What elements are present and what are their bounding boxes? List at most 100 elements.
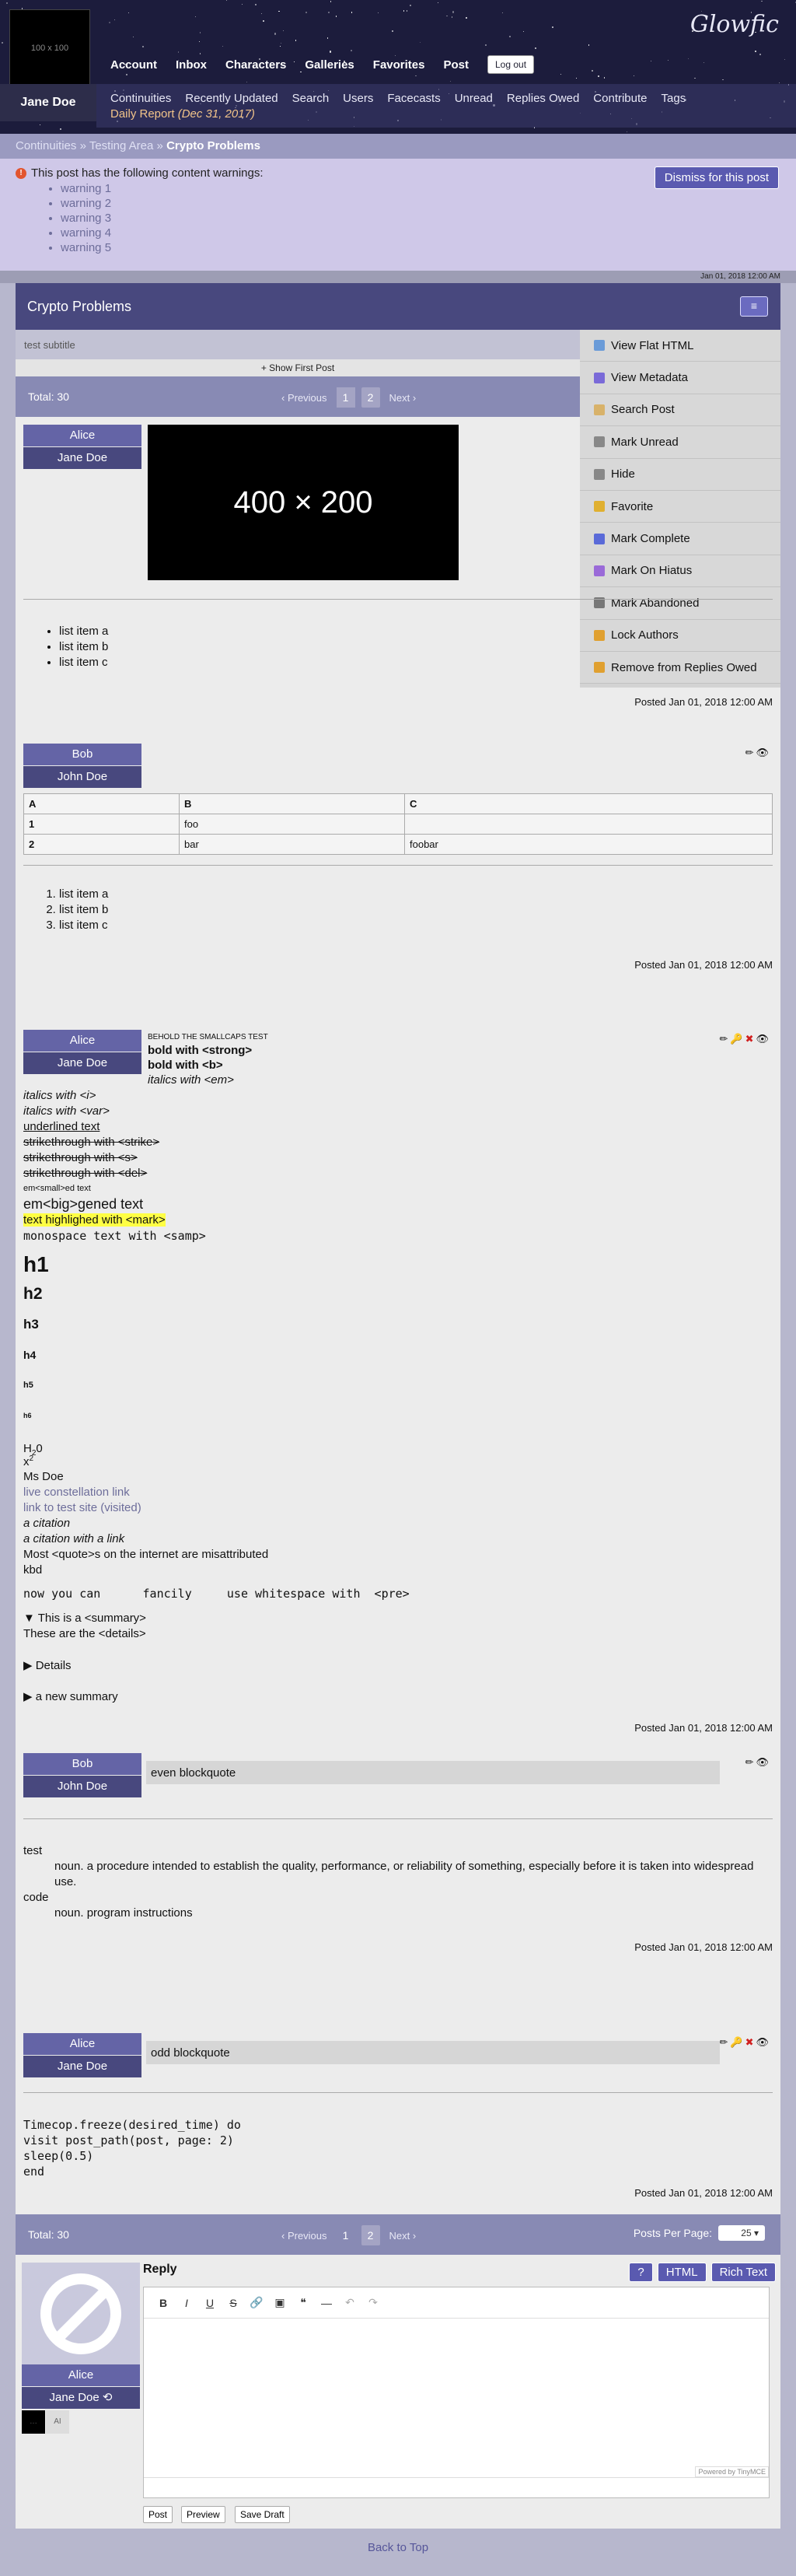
- subnav-replies-owed[interactable]: Replies Owed: [507, 92, 579, 105]
- edit-icon[interactable]: ✏: [719, 1033, 730, 1045]
- new-summary-toggle[interactable]: ▶ a new summary: [23, 1689, 118, 1703]
- summary-toggle[interactable]: ▼ This is a <summary>: [23, 1612, 146, 1625]
- nav-inbox[interactable]: Inbox: [176, 58, 207, 72]
- menu-item-favorite[interactable]: Favorite: [580, 490, 780, 523]
- character-name[interactable]: Bob: [23, 1753, 141, 1775]
- underline-icon[interactable]: U: [198, 2297, 222, 2309]
- rescue-icon[interactable]: 🔑: [730, 1033, 745, 1045]
- menu-item-mark-abandoned[interactable]: Mark Abandoned: [580, 587, 780, 620]
- link-icon[interactable]: 🔗: [245, 2296, 268, 2309]
- subnav-continuities[interactable]: Continuities: [110, 92, 171, 105]
- menu-item-mark-unread[interactable]: Mark Unread: [580, 426, 780, 459]
- horizontal-rule-icon[interactable]: —: [315, 2297, 338, 2309]
- menu-item-remove-from-replies-owed[interactable]: Remove from Replies Owed: [580, 651, 780, 684]
- character-name[interactable]: Alice: [23, 2033, 141, 2055]
- next-page-link[interactable]: Next ›: [389, 392, 417, 404]
- subnav-unread[interactable]: Unread: [455, 92, 493, 105]
- quote-icon[interactable]: ❝: [292, 2296, 315, 2309]
- post-author[interactable]: Jane Doe: [23, 1052, 141, 1074]
- subnav-facecasts[interactable]: Facecasts: [387, 92, 440, 105]
- delete-icon[interactable]: ✖: [745, 1033, 756, 1045]
- bold-icon[interactable]: B: [152, 2297, 175, 2309]
- italic-icon[interactable]: I: [175, 2297, 198, 2309]
- subnav-users[interactable]: Users: [343, 92, 373, 105]
- menu-item-mark-complete[interactable]: Mark Complete: [580, 523, 780, 555]
- dismiss-warnings-button[interactable]: Dismiss for this post: [654, 166, 779, 189]
- menu-item-view-metadata[interactable]: View Metadata: [580, 362, 780, 394]
- subnav-contribute[interactable]: Contribute: [593, 92, 647, 105]
- page-link-1[interactable]: 1: [337, 2225, 355, 2245]
- next-page-link[interactable]: Next ›: [389, 2230, 417, 2242]
- breadcrumb-area[interactable]: Testing Area: [89, 139, 154, 152]
- delete-icon[interactable]: ✖: [745, 2036, 756, 2048]
- menu-item-mark-on-hiatus[interactable]: Mark On Hiatus: [580, 555, 780, 588]
- rescue-icon[interactable]: 🔑: [730, 2036, 745, 2048]
- username-label[interactable]: Jane Doe: [0, 84, 96, 121]
- view-icon[interactable]: 👁: [756, 1033, 771, 1045]
- undo-icon[interactable]: ↶: [338, 2296, 361, 2309]
- menu-item-view-flat-html[interactable]: View Flat HTML: [580, 330, 780, 362]
- ai-swatch[interactable]: AI: [46, 2410, 69, 2434]
- menu-item-search-post[interactable]: Search Post: [580, 394, 780, 427]
- site-logo[interactable]: Glowfic: [690, 11, 779, 38]
- subnav-recently-updated[interactable]: Recently Updated: [185, 92, 278, 105]
- post-author[interactable]: John Doe: [23, 1776, 141, 1797]
- logout-button[interactable]: Log out: [487, 55, 535, 74]
- subnav-tags[interactable]: Tags: [662, 92, 686, 105]
- breadcrumb-continuities[interactable]: Continuities: [16, 139, 76, 152]
- post-button[interactable]: Post: [143, 2506, 173, 2523]
- test-site-link[interactable]: link to test site (visited): [23, 1501, 141, 1514]
- rich-text-button[interactable]: Rich Text: [710, 2263, 776, 2282]
- switch-icon[interactable]: ⟲: [103, 2391, 113, 2404]
- nav-post[interactable]: Post: [443, 58, 469, 72]
- warning-item[interactable]: warning 2: [61, 196, 780, 211]
- nav-favorites[interactable]: Favorites: [373, 58, 425, 72]
- subnav-search[interactable]: Search: [292, 92, 330, 105]
- html-mode-button[interactable]: HTML: [657, 2263, 707, 2282]
- rich-text-editor[interactable]: B I U S 🔗 ▣ ❝ — ↶ ↷ Powered by TinyMCE: [143, 2287, 770, 2498]
- reply-form: Alice Jane Doe ⟲ … AI Reply ? HTML Rich …: [16, 2255, 780, 2529]
- post-author[interactable]: Jane Doe: [23, 447, 141, 469]
- reply-username[interactable]: Jane Doe ⟲: [22, 2387, 140, 2409]
- constellation-link[interactable]: live constellation link: [23, 1486, 130, 1499]
- show-first-post-link[interactable]: + Show First Post: [16, 359, 580, 376]
- help-button[interactable]: ?: [629, 2263, 653, 2282]
- per-page-select[interactable]: 25 ▾: [718, 2225, 765, 2241]
- post-author[interactable]: Jane Doe: [23, 2056, 141, 2077]
- citation-link[interactable]: a citation with a link: [23, 1532, 124, 1545]
- warning-item[interactable]: warning 4: [61, 226, 780, 240]
- view-icon[interactable]: 👁: [756, 747, 771, 758]
- back-to-top-link[interactable]: Back to Top: [0, 2529, 796, 2576]
- edit-icon[interactable]: ✏: [745, 1756, 756, 1768]
- post-author[interactable]: John Doe: [23, 766, 141, 788]
- previous-page-link[interactable]: ‹ Previous: [281, 392, 327, 404]
- character-name[interactable]: Alice: [23, 1030, 141, 1052]
- previous-page-link[interactable]: ‹ Previous: [281, 2230, 327, 2242]
- strikethrough-icon[interactable]: S: [222, 2297, 245, 2309]
- view-icon[interactable]: 👁: [756, 2036, 771, 2048]
- icon-swatch-dark[interactable]: …: [22, 2410, 45, 2434]
- preview-button[interactable]: Preview: [181, 2506, 225, 2523]
- save-draft-button[interactable]: Save Draft: [235, 2506, 290, 2523]
- nav-account[interactable]: Account: [110, 58, 157, 72]
- warning-item[interactable]: warning 5: [61, 240, 780, 255]
- view-icon[interactable]: 👁: [756, 1756, 771, 1768]
- menu-item-lock-authors[interactable]: Lock Authors: [580, 619, 780, 652]
- nav-galleries[interactable]: Galleries: [305, 58, 354, 72]
- menu-item-hide[interactable]: Hide: [580, 458, 780, 491]
- default-avatar[interactable]: [22, 2263, 140, 2364]
- page-link-1[interactable]: 1: [336, 387, 355, 408]
- user-avatar[interactable]: 100 x 100: [9, 9, 90, 87]
- edit-icon[interactable]: ✏: [745, 747, 756, 758]
- edit-icon[interactable]: ✏: [719, 2036, 730, 2048]
- character-name[interactable]: Bob: [23, 744, 141, 765]
- details-toggle[interactable]: ▶ Details: [23, 1658, 72, 1672]
- reply-character-name[interactable]: Alice: [22, 2364, 140, 2386]
- warning-item[interactable]: warning 3: [61, 211, 780, 226]
- image-icon[interactable]: ▣: [268, 2296, 292, 2309]
- character-name[interactable]: Alice: [23, 425, 141, 446]
- nav-characters[interactable]: Characters: [225, 58, 286, 72]
- daily-report-link[interactable]: Daily Report (Dec 31, 2017): [110, 107, 255, 121]
- redo-icon[interactable]: ↷: [361, 2296, 385, 2309]
- post-menu-button[interactable]: ≡: [740, 296, 768, 317]
